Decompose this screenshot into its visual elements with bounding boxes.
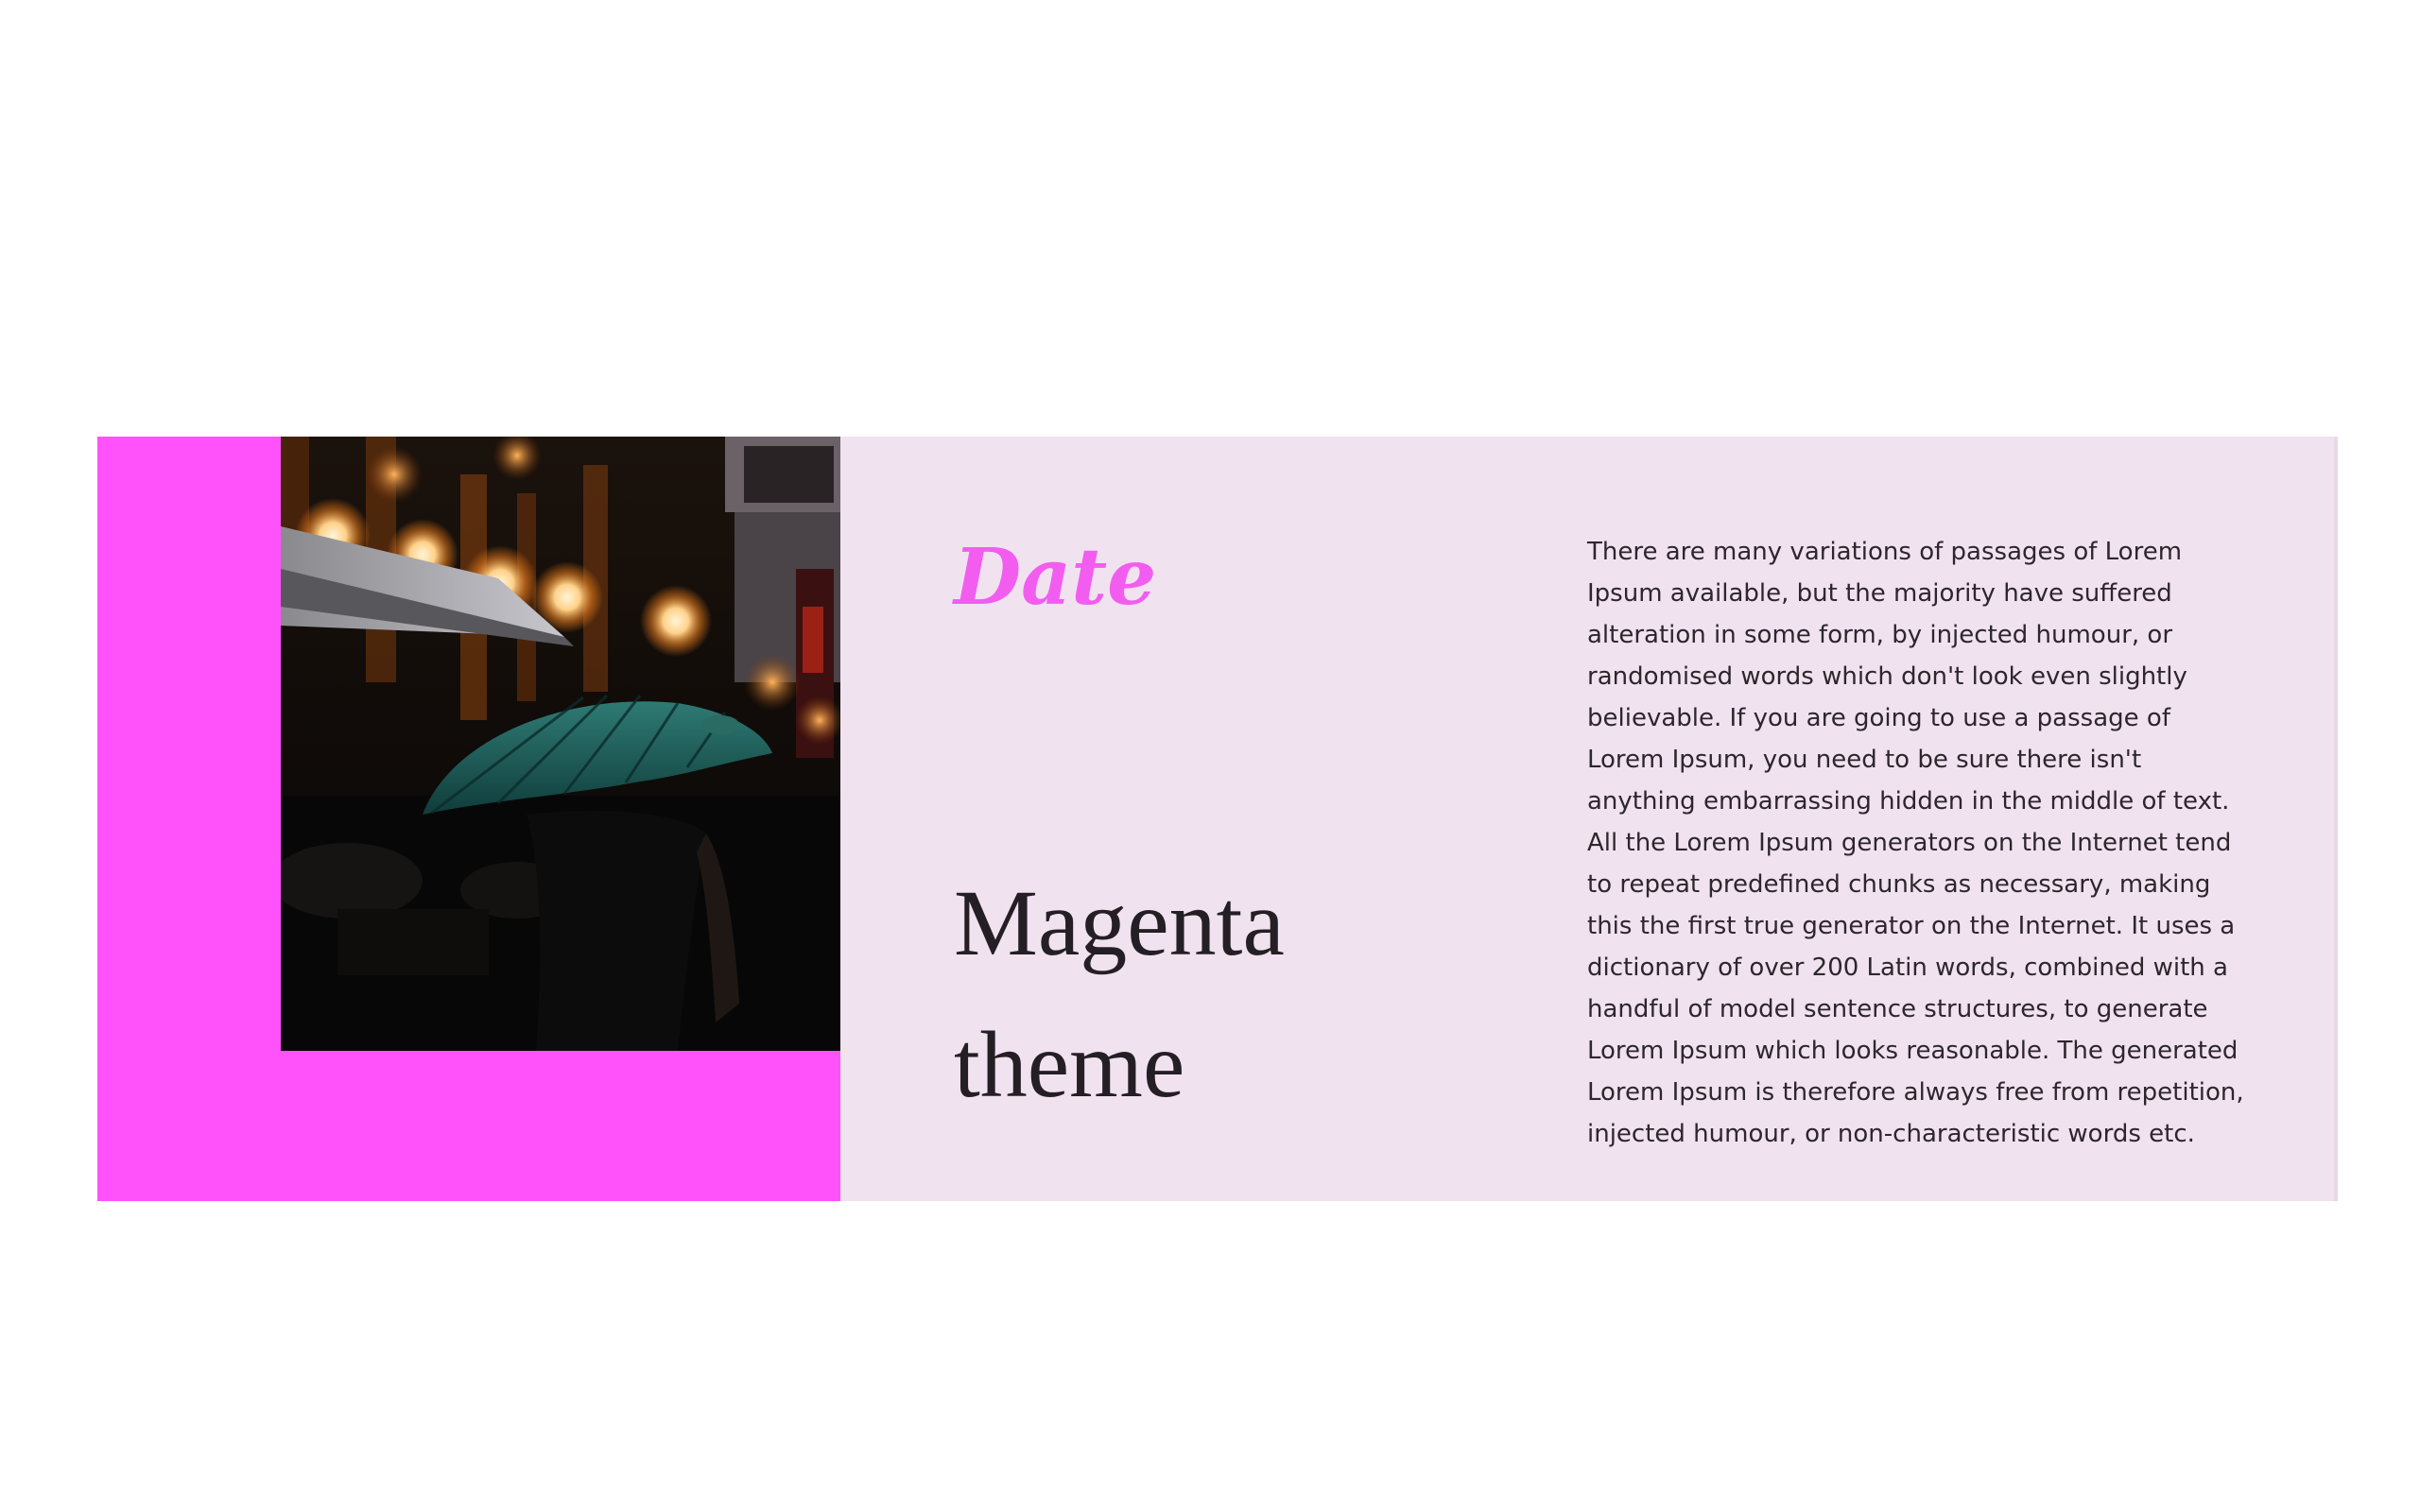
body-paragraph: There are many variations of passages of…: [1587, 538, 2244, 1148]
image-panel: [97, 437, 840, 1201]
umbrella-street-photo: [281, 437, 840, 1051]
date-label: Date: [954, 532, 1157, 623]
content-panel: Date Magenta theme There are many variat…: [840, 437, 2338, 1201]
hero-card: Date Magenta theme There are many variat…: [97, 437, 2338, 1201]
photo-illustration: [281, 437, 840, 1051]
headline: Magenta theme: [954, 870, 1285, 1117]
